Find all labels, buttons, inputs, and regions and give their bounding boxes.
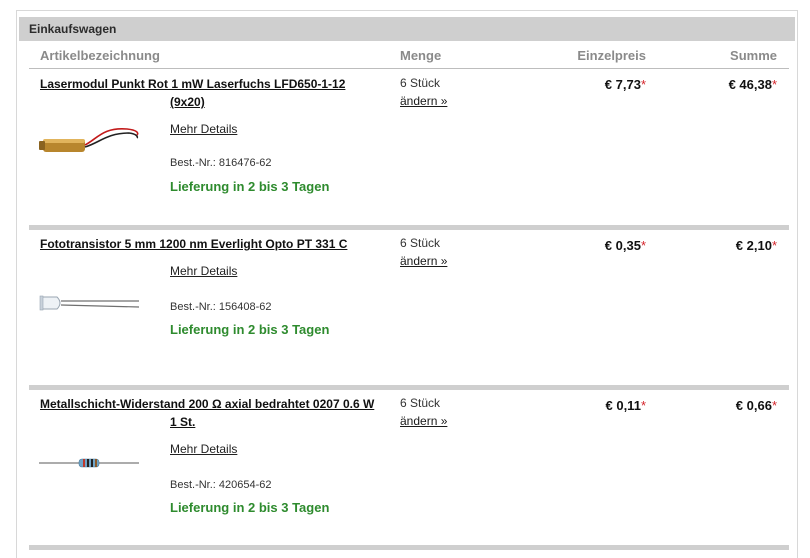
item-separator xyxy=(29,385,789,390)
change-quantity-link[interactable]: ändern » xyxy=(400,414,447,428)
item-order-number: Best.-Nr.: 816476-62 xyxy=(170,157,272,169)
item-delivery-status: Lieferung in 2 bis 3 Tagen xyxy=(170,500,330,515)
cart-item: Metallschicht-Widerstand 200 Ω axial bed… xyxy=(29,385,789,550)
item-quantity: 6 Stück xyxy=(400,396,441,410)
item-sum: € 2,10* xyxy=(735,238,777,253)
item-unit-price: € 0,35* xyxy=(604,238,646,253)
column-header-unit-price: Einzelpreis xyxy=(577,48,646,63)
column-header-sum: Summe xyxy=(730,48,777,63)
item-delivery-status: Lieferung in 2 bis 3 Tagen xyxy=(170,179,330,194)
more-details-link[interactable]: Mehr Details xyxy=(170,122,237,136)
item-delivery-status: Lieferung in 2 bis 3 Tagen xyxy=(170,322,330,337)
item-quantity: 6 Stück xyxy=(400,236,441,250)
laser-module-icon[interactable] xyxy=(37,119,147,168)
cart-title: Einkaufswagen xyxy=(29,22,117,36)
item-title-link[interactable]: Metallschicht-Widerstand 200 Ω axial bed… xyxy=(40,395,380,431)
phototransistor-icon[interactable] xyxy=(37,291,147,320)
column-header-name: Artikelbezeichnung xyxy=(40,48,160,63)
column-header-qty: Menge xyxy=(400,48,442,63)
item-separator xyxy=(29,545,789,550)
item-order-number: Best.-Nr.: 420654-62 xyxy=(170,479,272,491)
item-sum: € 46,38* xyxy=(728,77,777,92)
more-details-link[interactable]: Mehr Details xyxy=(170,264,237,278)
item-separator xyxy=(29,225,789,230)
panel-left-border xyxy=(16,10,17,558)
change-quantity-link[interactable]: ändern » xyxy=(400,94,447,108)
item-unit-price: € 0,11* xyxy=(605,398,647,413)
item-quantity: 6 Stück xyxy=(400,76,441,90)
change-quantity-link[interactable]: ändern » xyxy=(400,254,447,268)
cart-panel-header: Einkaufswagen xyxy=(19,17,795,41)
panel-top-border xyxy=(16,10,798,11)
panel-right-border xyxy=(797,10,798,558)
resistor-icon[interactable] xyxy=(37,455,147,476)
more-details-link[interactable]: Mehr Details xyxy=(170,442,237,456)
item-order-number: Best.-Nr.: 156408-62 xyxy=(170,301,272,313)
item-unit-price: € 7,73* xyxy=(604,77,646,92)
item-title-link[interactable]: Fototransistor 5 mm 1200 nm Everlight Op… xyxy=(40,235,380,253)
item-title-link[interactable]: Lasermodul Punkt Rot 1 mW Laserfuchs LFD… xyxy=(40,75,380,111)
item-sum: € 0,66* xyxy=(735,398,777,413)
cart-item: Lasermodul Punkt Rot 1 mW Laserfuchs LFD… xyxy=(29,69,789,229)
cart-item: Fototransistor 5 mm 1200 nm Everlight Op… xyxy=(29,225,789,390)
